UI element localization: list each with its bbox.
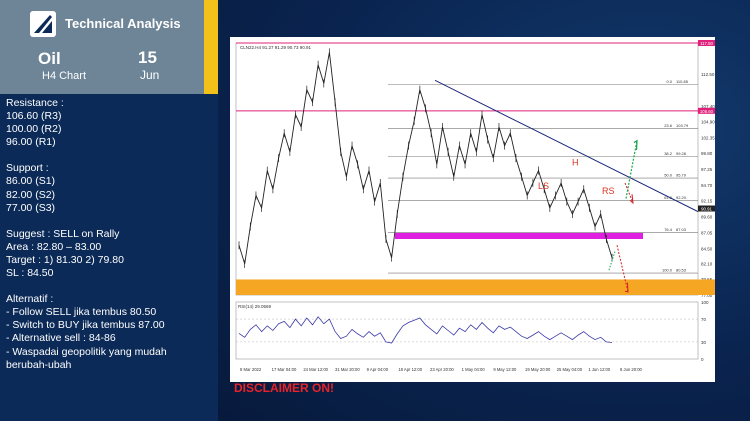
y-tick-label: 94.70: [701, 183, 713, 188]
fib-price-label: 95.79: [676, 173, 687, 178]
support-s1: 86.00 (S1): [6, 175, 56, 188]
fib-level-label: 38.2: [664, 151, 673, 156]
y-tick-label: 104.90: [701, 119, 715, 124]
header-title: Technical Analysis: [65, 16, 181, 31]
x-tick-label: 25 May 04:00: [557, 367, 583, 372]
x-tick-label: 31 Mar 20:00: [335, 367, 360, 372]
y-tick-label: 102.35: [701, 135, 715, 140]
logo-icon: [30, 11, 56, 37]
resistance-r1: 96.00 (R1): [6, 136, 56, 149]
fib-level-label: 23.6: [664, 123, 673, 128]
chart-panel: CLN22.H4 91.27 91.29 90.73 90.91 117.50 11…: [230, 37, 715, 382]
y-tick-label: 84.50: [701, 246, 713, 251]
price-series-line: [238, 52, 613, 265]
fib-price-label: 92.20: [676, 195, 687, 200]
pattern-label: H: [572, 158, 579, 168]
timeframe-label: H4 Chart: [42, 70, 87, 82]
area-text: Area : 82.80 – 83.00: [6, 240, 102, 253]
y-tick-label: 89.60: [701, 215, 713, 220]
rsi-series-line: [238, 316, 613, 344]
y-tick-label: 82.10: [701, 261, 713, 266]
date-day: 15: [138, 48, 157, 67]
rsi-tick-label: 100: [701, 300, 709, 305]
date-month: Jun: [140, 68, 160, 82]
stop-loss-text: SL : 84.50: [6, 267, 54, 280]
fib-price-label: 103.79: [676, 123, 689, 128]
fib-level-label: 0.0: [666, 79, 672, 84]
resistance-r3: 106.60 (R3): [6, 110, 62, 123]
y-tick-label: 87.05: [701, 230, 713, 235]
y-tick-label: 112.50: [701, 72, 715, 77]
alternatif-item: - Alternative sell : 84-86: [6, 332, 116, 345]
resistance-price-label: 106.60: [700, 109, 714, 114]
fib-price-label: 99.28: [676, 151, 687, 156]
x-tick-label: 24 Mar 12:00: [303, 367, 328, 372]
chart-symbol-header: CLN22.H4 91.27 91.29 90.73 90.91: [240, 45, 312, 50]
target-zone: [236, 279, 715, 295]
support-s3: 77.00 (S3): [6, 201, 56, 214]
fib-price-label: 110.85: [676, 79, 689, 84]
current-price-label: 90.91: [701, 207, 712, 212]
fib-level-label: 100.0: [662, 268, 673, 273]
rsi-tick-label: 0: [701, 357, 704, 362]
x-tick-label: 23 Apr 20:00: [430, 367, 454, 372]
alternatif-item: - Follow SELL jika tembus 80.50: [6, 306, 157, 319]
buy-arrow: [625, 140, 638, 199]
x-tick-label: 19 May 20:00: [525, 367, 551, 372]
target-text: Target : 1) 81.30 2) 79.80: [6, 253, 124, 266]
x-tick-label: 9 May 12:00: [493, 367, 517, 372]
pattern-label: LS: [538, 181, 549, 191]
fib-level-label: 50.0: [664, 173, 673, 178]
fib-price-label: 80.53: [676, 268, 687, 273]
alternatif-item: - Switch to BUY jika tembus 87.00: [6, 319, 165, 332]
alternatif-item: - Waspadai geopolitik yang mudah berubah…: [6, 345, 167, 371]
rsi-tick-label: 30: [701, 340, 707, 345]
x-tick-label: 17 Mar 04:00: [272, 367, 297, 372]
fib-level-label: 76.4: [664, 227, 673, 232]
alternatif-heading: Alternatif :: [6, 293, 54, 306]
support-s2: 82.00 (S2): [6, 188, 56, 201]
x-tick-label: 1 May 04:00: [462, 367, 486, 372]
suggest-text: Suggest : SELL on Rally: [6, 227, 120, 240]
rsi-tick-label: 70: [701, 317, 707, 322]
fib-price-label: 87.03: [676, 227, 687, 232]
y-tick-label: 92.15: [701, 199, 713, 204]
resistance-price-label: 117.50: [700, 41, 713, 46]
x-tick-label: 1 Jun 12:00: [588, 367, 611, 372]
support-heading: Support :: [6, 162, 49, 175]
price-chart: CLN22.H4 91.27 91.29 90.73 90.91 117.50 11…: [235, 40, 715, 372]
x-tick-label: 18 Apr 12:00: [398, 367, 422, 372]
x-tick-label: 8 Jun 20:00: [620, 367, 643, 372]
price-plot-frame: [235, 42, 699, 296]
resistance-r2: 100.00 (R2): [6, 123, 62, 136]
sell-arrow: [624, 182, 634, 204]
x-tick-label: 9 Apr 04:00: [367, 367, 389, 372]
rsi-plot-frame: [235, 301, 699, 360]
header-accent-bar: [204, 0, 218, 94]
disclaimer-text: DISCLAIMER ON!: [234, 381, 334, 395]
y-tick-label: 99.80: [701, 151, 713, 156]
analysis-text: Resistance : 106.60 (R3) 100.00 (R2) 96.…: [6, 97, 206, 372]
pattern-label: RS: [602, 186, 615, 196]
y-tick-label: 97.25: [701, 167, 713, 172]
instrument-name: Oil: [38, 49, 61, 68]
x-tick-label: 8 Mar 2022: [240, 367, 262, 372]
rsi-label: RSI(14) 29.0569: [238, 304, 272, 309]
resistance-heading: Resistance :: [6, 97, 64, 109]
sell-arrow-head: [629, 194, 634, 205]
